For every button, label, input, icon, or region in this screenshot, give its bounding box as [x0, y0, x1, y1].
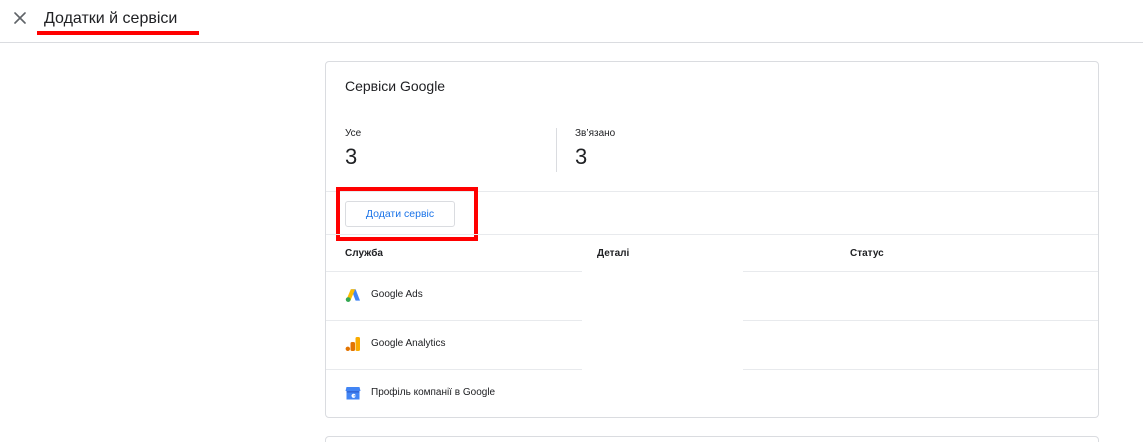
table-row[interactable]: Профіль компанії в Google: [326, 369, 1098, 418]
column-header-service[interactable]: Служба: [345, 248, 383, 259]
details-column-blank: [582, 268, 743, 372]
google-ads-icon: [345, 287, 361, 303]
column-header-details[interactable]: Деталі: [597, 248, 629, 259]
google-services-card: Сервіси Google Усе 3 Зв’язано 3 Додати с…: [325, 61, 1099, 418]
row-label: Google Ads: [371, 289, 423, 300]
stat-all-label: Усе: [345, 128, 362, 139]
stat-all-value: 3: [345, 144, 358, 169]
column-header-status[interactable]: Статус: [850, 248, 884, 259]
next-card: [325, 436, 1099, 442]
stat-linked-label: Зв’язано: [575, 128, 616, 139]
card-title: Сервіси Google: [345, 78, 446, 94]
add-button-highlight: [336, 187, 478, 241]
stat-all: Усе 3: [345, 128, 361, 170]
business-profile-icon: [345, 385, 361, 401]
close-button[interactable]: [11, 9, 29, 27]
divider: [326, 234, 1098, 235]
page-title: Додатки й сервіси: [44, 10, 178, 27]
row-label: Профіль компанії в Google: [371, 387, 496, 398]
google-analytics-icon: [345, 336, 361, 352]
top-bar: Додатки й сервіси: [0, 0, 1143, 43]
close-icon: [14, 12, 26, 24]
stat-divider: [556, 128, 557, 172]
stat-linked: Зв’язано 3: [575, 128, 615, 170]
row-label: Google Analytics: [371, 338, 446, 349]
title-highlight-underline: [37, 31, 199, 35]
stat-linked-value: 3: [575, 144, 588, 169]
